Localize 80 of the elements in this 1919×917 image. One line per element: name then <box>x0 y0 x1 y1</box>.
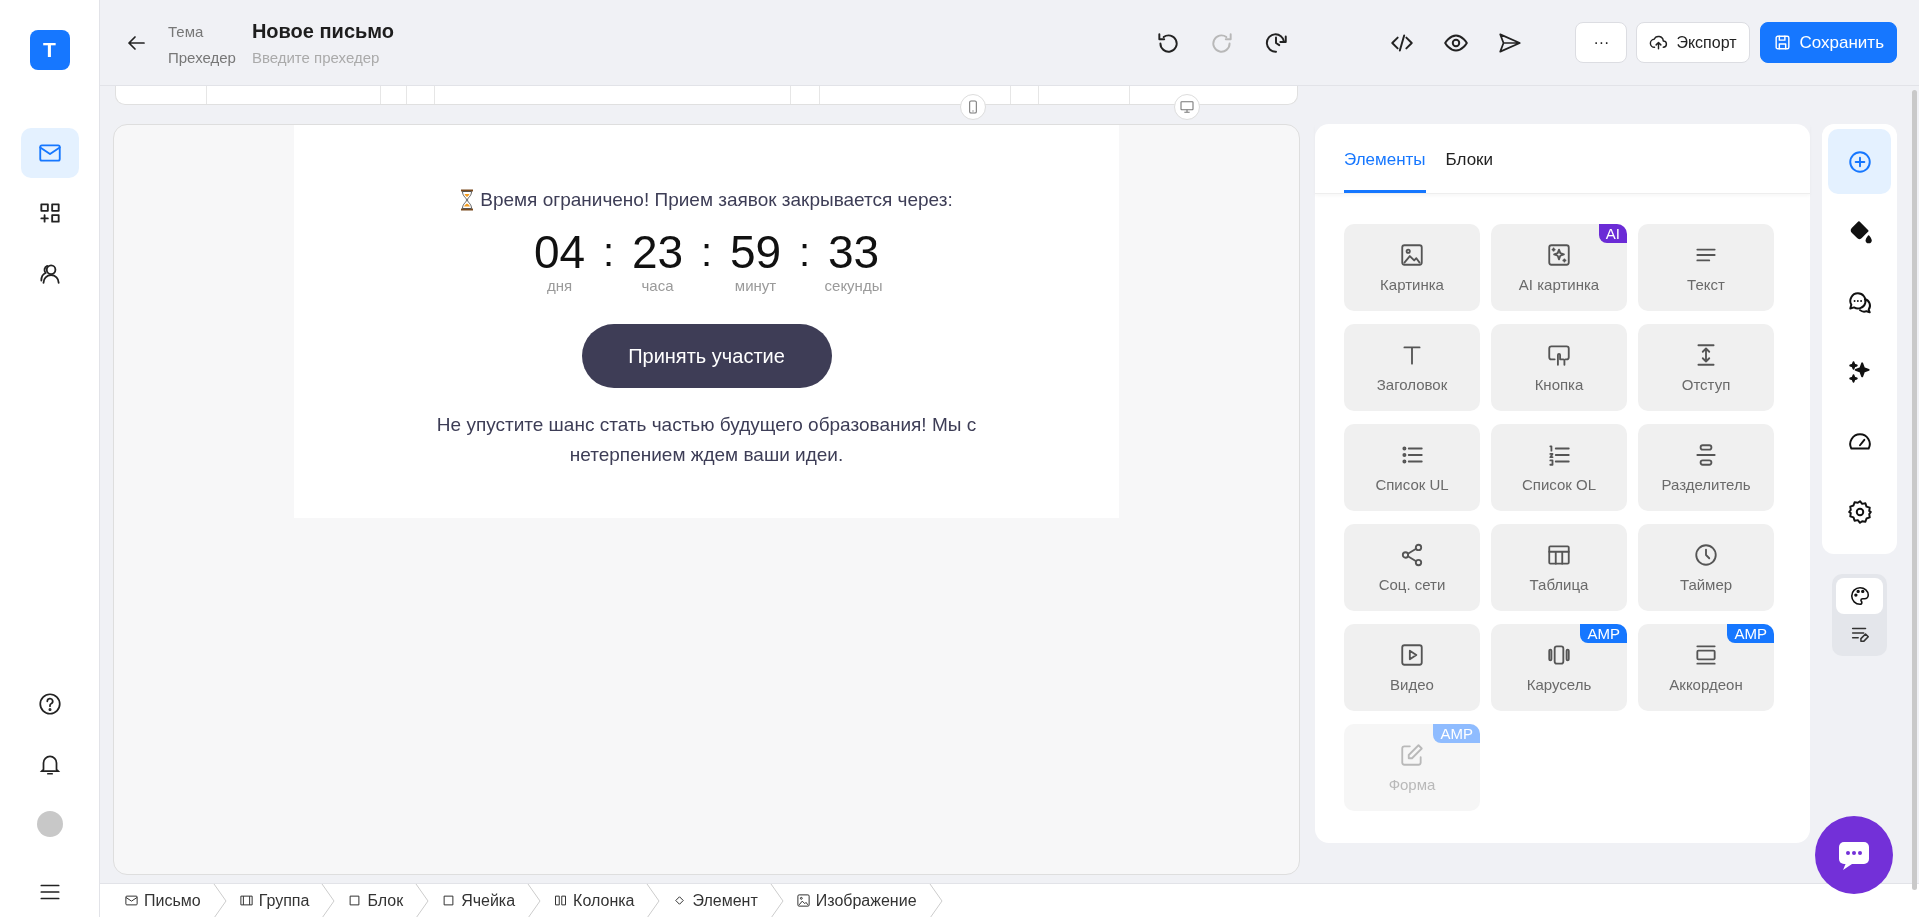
element-tile[interactable]: Список OL <box>1491 424 1627 511</box>
numbered-list-icon <box>1546 442 1572 468</box>
element-tile[interactable]: Список UL <box>1344 424 1480 511</box>
breadcrumb-separator <box>527 883 542 917</box>
element-tile[interactable]: AMP Карусель <box>1491 624 1627 711</box>
share-icon <box>1399 542 1425 568</box>
element-tile[interactable]: AMP Аккордеон <box>1638 624 1774 711</box>
group-icon <box>238 893 254 908</box>
email-paragraph: Не упустите шанс стать частью будущего образования! Мы с нетерпением ждем ваши идеи. <box>435 413 978 467</box>
feature-badge: AMP <box>1580 624 1627 643</box>
clock-icon <box>1693 542 1719 568</box>
columns-icon <box>553 893 569 908</box>
element-tile[interactable]: Видео <box>1344 624 1480 711</box>
element-tile[interactable]: Отступ <box>1638 324 1774 411</box>
element-tile[interactable]: AI AI картинка <box>1491 224 1627 311</box>
help-icon[interactable] <box>36 691 63 717</box>
square-icon <box>441 893 457 908</box>
breadcrumb-item[interactable]: Блок <box>341 891 410 910</box>
timer-unit-label: минут <box>734 277 777 294</box>
breadcrumb-item[interactable]: Изображение <box>789 891 923 910</box>
timer-value: 59 <box>729 227 782 277</box>
cloud-upload-icon <box>1649 33 1669 52</box>
breadcrumb-separator <box>212 883 227 917</box>
timer-value: 04 <box>533 227 586 277</box>
carousel-icon <box>1546 642 1572 668</box>
timer-value: 23 <box>631 227 684 277</box>
breadcrumb-item[interactable]: Группа <box>232 891 316 910</box>
accordion-icon <box>1693 642 1719 668</box>
feature-badge: AI <box>1598 224 1627 243</box>
breadcrumb-separator <box>769 883 784 917</box>
preheader-field[interactable]: Введите прехедер <box>251 48 512 66</box>
panel-tab[interactable]: Блоки <box>1445 124 1494 193</box>
save-button[interactable]: Сохранить <box>1759 22 1897 63</box>
breadcrumb-item[interactable]: Ячейка <box>435 891 522 910</box>
timer-unit-label: дня <box>546 277 573 294</box>
mode-palette-icon[interactable] <box>1836 578 1883 614</box>
element-tile[interactable]: Картинка <box>1344 224 1480 311</box>
breadcrumb-separator <box>321 883 336 917</box>
breadcrumb-separator <box>415 883 430 917</box>
nav-mail-icon[interactable] <box>20 128 79 178</box>
element-tile[interactable]: Заголовок <box>1344 324 1480 411</box>
feature-badge: AMP <box>1433 724 1480 743</box>
breadcrumb-separator <box>928 883 943 917</box>
sparkle-image-icon <box>1546 242 1572 268</box>
table-icon <box>1546 542 1572 568</box>
export-button[interactable]: Экспорт <box>1636 22 1750 63</box>
breadcrumb-item[interactable]: Колонка <box>547 891 641 910</box>
participate-button[interactable]: Принять участие <box>581 324 832 388</box>
timer-value: 33 <box>827 227 880 277</box>
hourglass-icon <box>460 189 475 211</box>
element-tile[interactable]: Текст <box>1638 224 1774 311</box>
feature-badge: AMP <box>1727 624 1774 643</box>
element-tile[interactable]: Кнопка <box>1491 324 1627 411</box>
timer-intro-text: Время ограничено! Прием заявок закрывается через: <box>480 189 953 211</box>
element-tile[interactable]: Таблица <box>1491 524 1627 611</box>
app-logo[interactable]: T <box>29 30 70 70</box>
image-icon <box>795 893 811 908</box>
element-tile[interactable]: Таймер <box>1638 524 1774 611</box>
more-button[interactable]: ··· <box>1575 22 1628 63</box>
element-tile[interactable]: Соц. сети <box>1344 524 1480 611</box>
panel-tab[interactable]: Элементы <box>1344 124 1426 193</box>
element-tile[interactable]: Разделитель <box>1638 424 1774 511</box>
timer-separator: : <box>797 229 812 276</box>
edit-icon <box>1399 742 1425 768</box>
monitor-icon <box>1179 99 1195 115</box>
breadcrumb-item[interactable]: Письмо <box>118 891 207 910</box>
timer-separator: : <box>699 229 714 276</box>
timer-unit-label: часа <box>641 277 674 294</box>
breadcrumb-separator <box>646 883 661 917</box>
timer-separator: : <box>601 229 616 276</box>
square-icon <box>347 893 363 908</box>
timer-unit-label: секунды <box>824 277 883 294</box>
mail-icon <box>124 893 139 908</box>
subject-field[interactable]: Новое письмо <box>251 19 512 43</box>
subject-label: Тема <box>168 22 205 40</box>
button-click-icon <box>1546 342 1572 368</box>
preheader-label: Прехедер <box>168 48 236 66</box>
play-icon <box>1399 642 1425 668</box>
breadcrumb-item[interactable]: Элемент <box>666 891 764 910</box>
image-icon <box>1399 242 1425 268</box>
